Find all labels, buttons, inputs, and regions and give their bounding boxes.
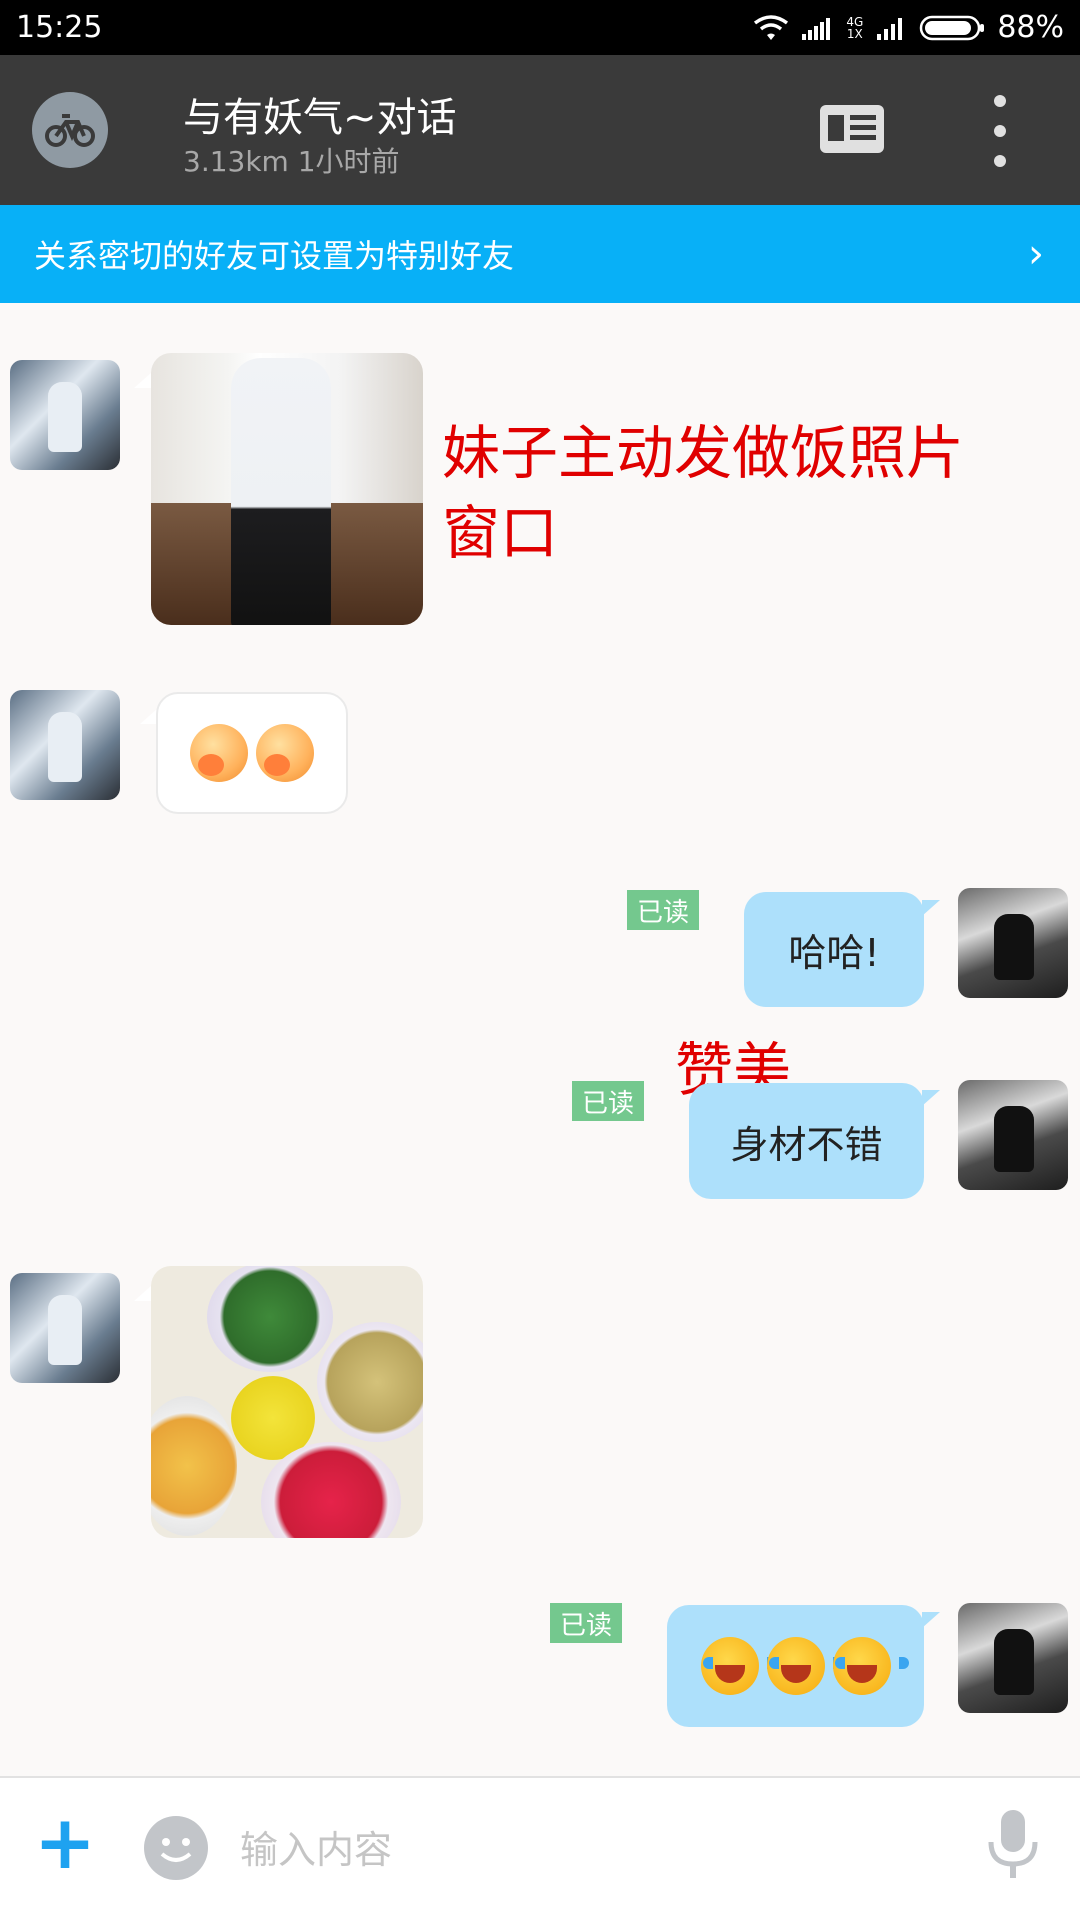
annotation-line-1: 妹子主动发做饭照片 xyxy=(442,419,965,487)
plate-noodles xyxy=(317,1322,423,1442)
annotation-photo-note: 妹子主动发做饭照片 窗口 xyxy=(442,413,964,573)
bike-icon xyxy=(45,114,95,147)
profile-card-icon xyxy=(820,105,884,153)
status-time: 15:25 xyxy=(16,10,103,45)
contact-avatar[interactable] xyxy=(10,1273,120,1383)
special-friend-banner[interactable]: 关系密切的好友可设置为特别好友 › xyxy=(0,205,1080,303)
message-input[interactable] xyxy=(240,1820,940,1880)
message-text: 哈哈! xyxy=(788,931,880,975)
my-avatar[interactable] xyxy=(958,1603,1068,1713)
status-bar: 15:25 4G 1X 88% xyxy=(0,0,1080,55)
annotation-line-2: 窗口 xyxy=(442,499,559,567)
bubble-tail xyxy=(134,1285,152,1301)
message-text: 身材不错 xyxy=(730,1122,883,1167)
laugh-emoji-icon xyxy=(832,1637,909,1695)
avatar-figure xyxy=(48,712,82,782)
contact-avatar[interactable] xyxy=(10,690,120,800)
wifi-icon xyxy=(754,14,789,40)
my-avatar[interactable] xyxy=(958,888,1068,998)
read-badge: 已读 xyxy=(627,890,700,930)
avatar-figure xyxy=(48,1295,82,1365)
title-bar: 与有妖气~对话 3.13km 1小时前 xyxy=(0,55,1080,205)
mic-icon[interactable] xyxy=(986,1808,1040,1882)
chevron-right-icon: › xyxy=(1028,231,1044,277)
more-vert-icon xyxy=(994,95,1006,107)
plate-greens xyxy=(207,1266,333,1372)
profile-card-button[interactable] xyxy=(820,103,884,155)
more-dot xyxy=(994,155,1006,167)
contact-avatar[interactable] xyxy=(10,360,120,470)
cell-signal-icon xyxy=(877,17,903,40)
photo-person xyxy=(231,358,331,625)
more-options-button[interactable] xyxy=(985,95,1015,167)
avatar-figure xyxy=(48,382,82,452)
more-dot xyxy=(994,125,1006,137)
emoji-icon[interactable] xyxy=(144,1816,208,1880)
my-message-bubble[interactable]: 哈哈! xyxy=(744,892,924,1007)
my-avatar[interactable] xyxy=(958,1080,1068,1190)
kitchen-photo[interactable] xyxy=(151,353,423,625)
bubble-tail xyxy=(922,1612,940,1628)
avatar-figure xyxy=(994,914,1034,980)
status-icons: 4G 1X 88% xyxy=(752,10,1064,45)
food-photo[interactable] xyxy=(151,1266,423,1538)
microphone-icon xyxy=(988,1810,1038,1878)
battery-icon xyxy=(920,15,985,40)
network-top: 4G xyxy=(846,14,864,29)
laugh-emoji-icon xyxy=(700,1637,777,1695)
network-bottom: 1X xyxy=(846,26,863,41)
bubble-tail xyxy=(922,1090,940,1106)
avatar-figure xyxy=(994,1629,1034,1695)
network-type: 4G 1X xyxy=(846,16,863,40)
read-badge: 已读 xyxy=(572,1081,645,1121)
plate-egg-tomato xyxy=(151,1396,237,1536)
bubble-tail xyxy=(922,900,940,916)
bike-status-button[interactable] xyxy=(32,92,108,168)
avatar-figure xyxy=(994,1106,1034,1172)
battery-percent: 88% xyxy=(997,10,1064,45)
read-badge: 已读 xyxy=(550,1603,623,1643)
bubble-tail xyxy=(134,372,152,388)
laugh-emoji-icon xyxy=(766,1637,843,1695)
blush-emoji-icon xyxy=(190,724,248,782)
emoji-message-bubble[interactable] xyxy=(156,692,348,814)
my-message-bubble[interactable]: 身材不错 xyxy=(689,1083,924,1199)
data-signal-icon xyxy=(802,17,831,40)
chat-subtitle: 3.13km 1小时前 xyxy=(183,145,400,178)
input-bar: + xyxy=(0,1776,1080,1920)
blush-emoji-icon xyxy=(256,724,314,782)
banner-text: 关系密切的好友可设置为特别好友 xyxy=(34,237,515,275)
chat-title: 与有妖气~对话 xyxy=(183,95,457,141)
my-emoji-bubble[interactable] xyxy=(667,1605,924,1727)
plus-icon[interactable]: + xyxy=(34,1806,96,1880)
smile-face-icon xyxy=(160,1838,192,1862)
